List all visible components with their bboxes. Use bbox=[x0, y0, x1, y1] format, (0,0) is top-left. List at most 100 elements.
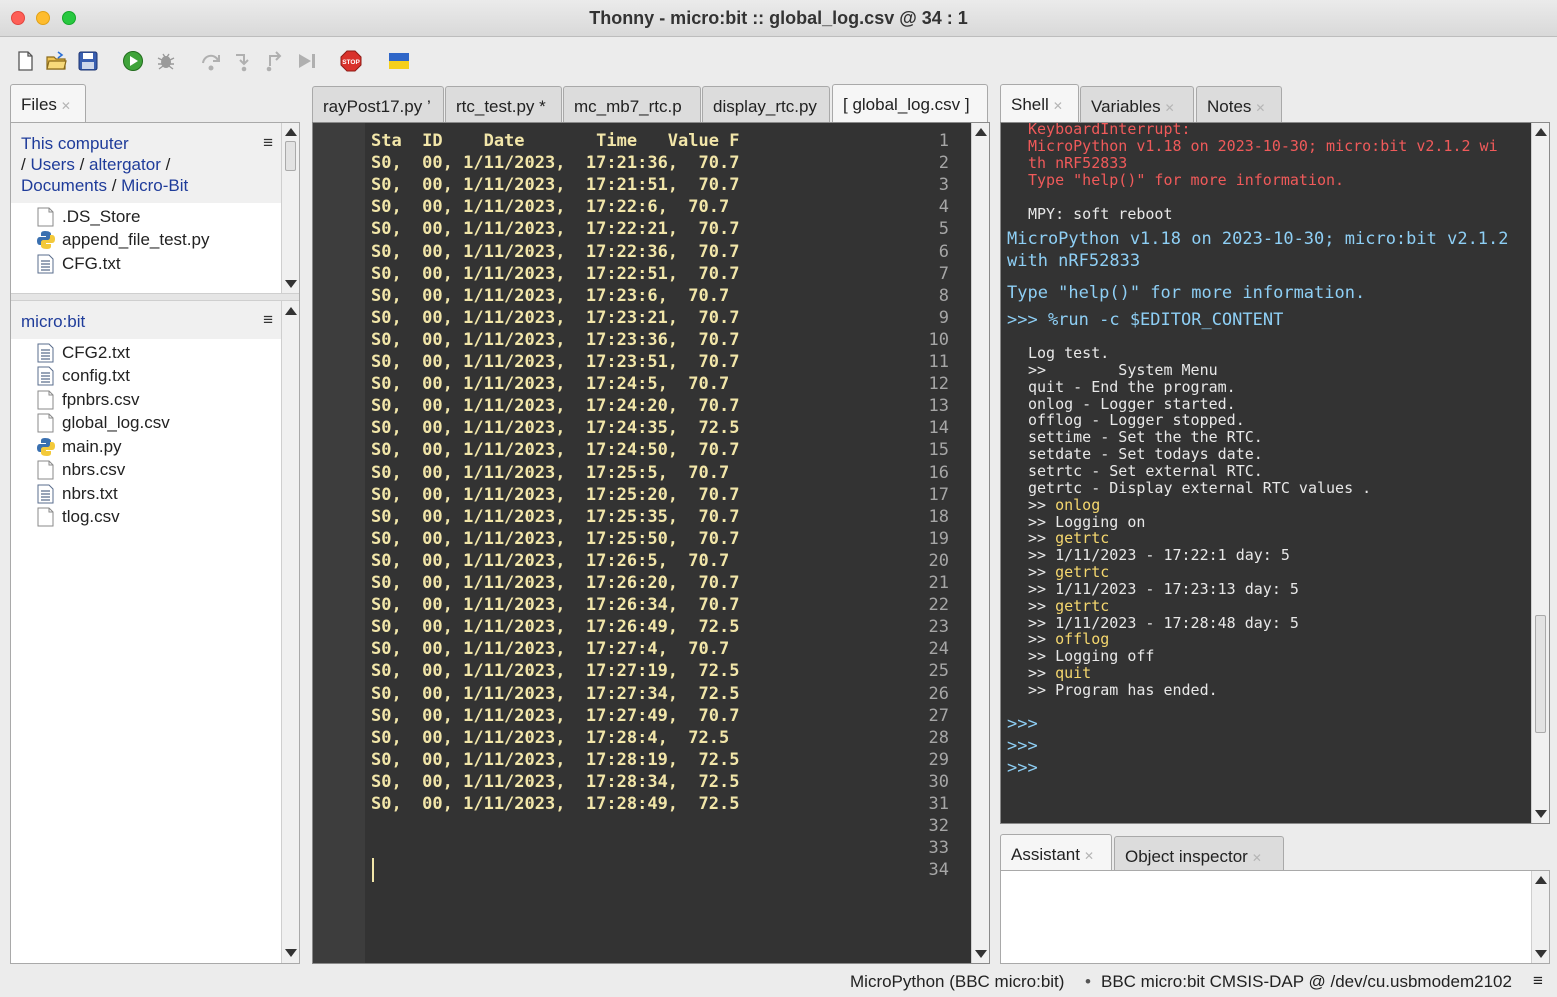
breadcrumb-this-computer[interactable]: This computer bbox=[21, 134, 129, 153]
close-icon[interactable]: ✕ bbox=[1252, 851, 1262, 865]
tab-variables[interactable]: Variables ✕ bbox=[1080, 86, 1194, 122]
list-item[interactable]: nbrs.csv bbox=[11, 459, 281, 483]
open-file-icon[interactable] bbox=[45, 50, 67, 72]
code-line[interactable]: 25 S0, 00, 1/11/2023, 17:27:19, 72.5 bbox=[313, 661, 963, 683]
code-line[interactable]: 7 S0, 00, 1/11/2023, 17:22:51, 70.7 bbox=[313, 264, 963, 286]
code-line[interactable]: 19 S0, 00, 1/11/2023, 17:25:50, 70.7 bbox=[313, 529, 963, 551]
close-icon[interactable]: ✕ bbox=[1255, 101, 1265, 115]
code-line[interactable]: 20 S0, 00, 1/11/2023, 17:26:5, 70.7 bbox=[313, 551, 963, 573]
code-line[interactable]: 18 S0, 00, 1/11/2023, 17:25:35, 70.7 bbox=[313, 507, 963, 529]
step-out-icon[interactable] bbox=[264, 50, 286, 72]
code-line[interactable]: 23 S0, 00, 1/11/2023, 17:26:49, 72.5 bbox=[313, 617, 963, 639]
list-item[interactable]: CFG2.txt bbox=[11, 341, 281, 365]
ukraine-flag-icon[interactable] bbox=[388, 50, 410, 72]
breadcrumb-micro-bit[interactable]: Micro-Bit bbox=[121, 176, 188, 195]
code-line[interactable]: 9 S0, 00, 1/11/2023, 17:23:21, 70.7 bbox=[313, 308, 963, 330]
code-line[interactable]: 6 S0, 00, 1/11/2023, 17:22:36, 70.7 bbox=[313, 242, 963, 264]
code-line[interactable]: 17 S0, 00, 1/11/2023, 17:25:20, 70.7 bbox=[313, 485, 963, 507]
tab-raypost17[interactable]: rayPost17.py ’ bbox=[312, 86, 444, 122]
tab-object-inspector[interactable]: Object inspector ✕ bbox=[1114, 836, 1284, 872]
code-line[interactable]: 14 S0, 00, 1/11/2023, 17:24:35, 72.5 bbox=[313, 418, 963, 440]
stop-icon[interactable]: STOP bbox=[340, 50, 362, 72]
tab-files[interactable]: Files ✕ bbox=[10, 84, 86, 122]
code-line[interactable]: 22 S0, 00, 1/11/2023, 17:26:34, 70.7 bbox=[313, 595, 963, 617]
tab-shell[interactable]: Shell ✕ bbox=[1000, 84, 1079, 122]
list-item[interactable]: config.txt bbox=[11, 365, 281, 389]
resume-icon[interactable] bbox=[295, 50, 317, 72]
code-line[interactable]: 8 S0, 00, 1/11/2023, 17:23:6, 70.7 bbox=[313, 286, 963, 308]
list-item[interactable]: .DS_Store bbox=[11, 205, 281, 229]
shell-prompt[interactable]: >>> bbox=[1007, 736, 1038, 756]
save-file-icon[interactable] bbox=[77, 50, 99, 72]
shell-panel[interactable]: KeyboardInterrupt: MicroPython v1.18 on … bbox=[1000, 122, 1550, 824]
editor-panel[interactable]: 1 Sta ID Date Time Value F 2 S0, 00, 1/11/2… bbox=[312, 122, 990, 964]
status-menu-icon[interactable]: ≡ bbox=[1533, 971, 1543, 991]
close-icon[interactable]: ✕ bbox=[61, 99, 71, 113]
files-divider[interactable] bbox=[11, 293, 299, 301]
shell-prompt[interactable]: >>> bbox=[1007, 714, 1038, 734]
code-line[interactable]: 12 S0, 00, 1/11/2023, 17:24:5, 70.7 bbox=[313, 374, 963, 396]
code-line[interactable]: 27 S0, 00, 1/11/2023, 17:27:49, 70.7 bbox=[313, 706, 963, 728]
code-line[interactable]: 15 S0, 00, 1/11/2023, 17:24:50, 70.7 bbox=[313, 440, 963, 462]
code-line[interactable]: 34 bbox=[313, 860, 963, 882]
close-icon[interactable]: ✕ bbox=[1165, 101, 1175, 115]
line-number: 7 bbox=[938, 263, 949, 284]
code-text: S0, 00, 1/11/2023, 17:21:51, 70.7 bbox=[371, 175, 740, 196]
code-line[interactable]: 24 S0, 00, 1/11/2023, 17:27:4, 70.7 bbox=[313, 639, 963, 661]
code-line[interactable]: 13 S0, 00, 1/11/2023, 17:24:20, 70.7 bbox=[313, 396, 963, 418]
editor-scrollbar[interactable] bbox=[971, 123, 989, 963]
interpreter-selector[interactable]: MicroPython (BBC micro:bit) bbox=[850, 972, 1064, 992]
list-item[interactable]: main.py bbox=[11, 435, 281, 459]
port-label[interactable]: BBC micro:bit CMSIS-DAP @ /dev/cu.usbmod… bbox=[1101, 972, 1512, 992]
code-line[interactable]: 21 S0, 00, 1/11/2023, 17:26:20, 70.7 bbox=[313, 573, 963, 595]
close-icon[interactable]: ✕ bbox=[1084, 849, 1094, 863]
code-text: S0, 00, 1/11/2023, 17:22:21, 70.7 bbox=[371, 219, 740, 240]
computer-menu-icon[interactable]: ≡ bbox=[263, 133, 273, 153]
code-line[interactable]: 3 S0, 00, 1/11/2023, 17:21:51, 70.7 bbox=[313, 175, 963, 197]
breadcrumb-documents[interactable]: Documents bbox=[21, 176, 107, 195]
device-scrollbar[interactable] bbox=[281, 301, 299, 963]
shell-prompt[interactable]: >>> bbox=[1007, 758, 1038, 778]
code-line[interactable]: 11 S0, 00, 1/11/2023, 17:23:51, 70.7 bbox=[313, 352, 963, 374]
new-file-icon[interactable] bbox=[14, 50, 36, 72]
step-over-icon[interactable] bbox=[200, 50, 222, 72]
breadcrumb-altergator[interactable]: altergator bbox=[89, 155, 161, 174]
code-line[interactable]: 2 S0, 00, 1/11/2023, 17:21:36, 70.7 bbox=[313, 153, 963, 175]
code-line[interactable]: 26 S0, 00, 1/11/2023, 17:27:34, 72.5 bbox=[313, 684, 963, 706]
code-line[interactable]: 28 S0, 00, 1/11/2023, 17:28:4, 72.5 bbox=[313, 728, 963, 750]
code-line[interactable]: 30 S0, 00, 1/11/2023, 17:28:34, 72.5 bbox=[313, 772, 963, 794]
code-text: Sta ID Date Time Value F bbox=[371, 131, 740, 151]
list-item[interactable]: tlog.csv bbox=[11, 506, 281, 530]
breadcrumb-users[interactable]: Users bbox=[30, 155, 74, 174]
list-item[interactable]: fpnbrs.csv bbox=[11, 388, 281, 412]
tab-assistant[interactable]: Assistant ✕ bbox=[1000, 834, 1112, 872]
tab-global-log[interactable]: [ global_log.csv ] bbox=[832, 84, 988, 122]
code-line[interactable]: 32 bbox=[313, 816, 963, 838]
code-line[interactable]: 29 S0, 00, 1/11/2023, 17:28:19, 72.5 bbox=[313, 750, 963, 772]
run-icon[interactable] bbox=[122, 50, 144, 72]
shell-scrollbar[interactable] bbox=[1531, 123, 1549, 823]
device-menu-icon[interactable]: ≡ bbox=[263, 310, 273, 330]
code-line[interactable]: 1 Sta ID Date Time Value F bbox=[313, 131, 963, 153]
list-item[interactable]: CFG.txt bbox=[11, 252, 281, 276]
code-line[interactable]: 16 S0, 00, 1/11/2023, 17:25:5, 70.7 bbox=[313, 463, 963, 485]
device-title[interactable]: micro:bit bbox=[21, 312, 85, 332]
tab-display-rtc[interactable]: display_rtc.py bbox=[702, 86, 830, 122]
close-icon[interactable]: ✕ bbox=[1053, 99, 1063, 113]
step-into-icon[interactable] bbox=[232, 50, 254, 72]
list-item[interactable]: append_file_test.py bbox=[11, 229, 281, 253]
tab-mc-mb7-rtc[interactable]: mc_mb7_rtc.p bbox=[563, 86, 701, 122]
list-item[interactable]: nbrs.txt bbox=[11, 482, 281, 506]
code-line[interactable]: 31 S0, 00, 1/11/2023, 17:28:49, 72.5 bbox=[313, 794, 963, 816]
debug-icon[interactable] bbox=[155, 50, 177, 72]
list-item[interactable]: global_log.csv bbox=[11, 412, 281, 436]
line-number: 14 bbox=[928, 418, 949, 439]
tab-notes[interactable]: Notes ✕ bbox=[1196, 86, 1282, 122]
code-line[interactable]: 10 S0, 00, 1/11/2023, 17:23:36, 70.7 bbox=[313, 330, 963, 352]
code-line[interactable]: 4 S0, 00, 1/11/2023, 17:22:6, 70.7 bbox=[313, 197, 963, 219]
code-line[interactable]: 33 bbox=[313, 838, 963, 860]
assistant-scrollbar[interactable] bbox=[1531, 871, 1549, 963]
code-line[interactable]: 5 S0, 00, 1/11/2023, 17:22:21, 70.7 bbox=[313, 219, 963, 241]
computer-scrollbar[interactable] bbox=[281, 123, 299, 293]
tab-rtc-test[interactable]: rtc_test.py * bbox=[445, 86, 562, 122]
